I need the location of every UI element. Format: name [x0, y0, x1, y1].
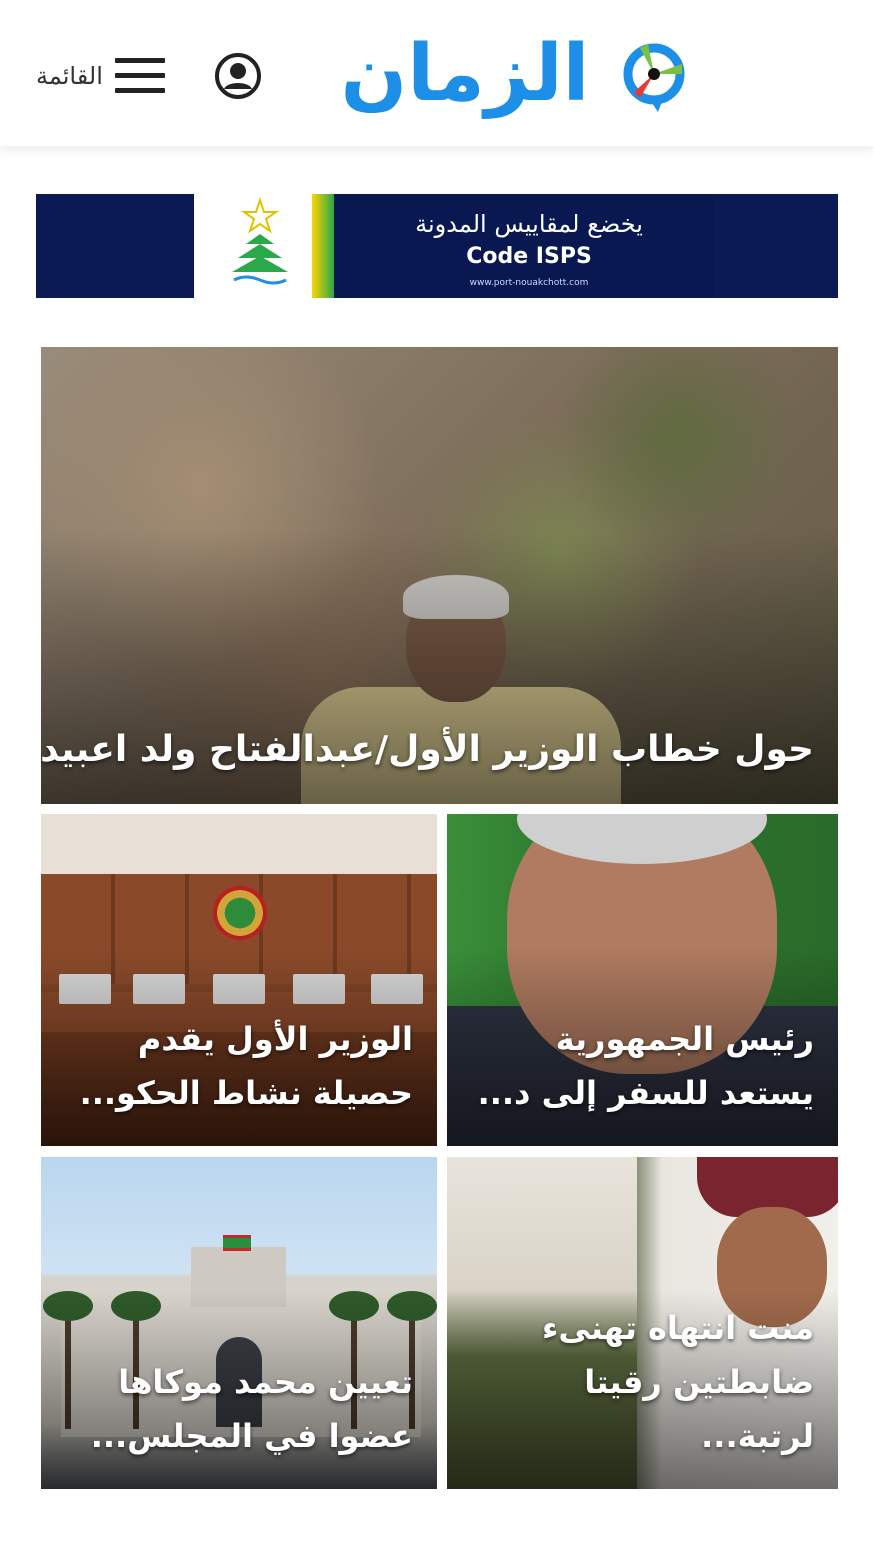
- page: القائمة الزمان يخضع لمقاييس المدونة Code…: [0, 0, 874, 1555]
- article-card[interactable]: منت انتهاه تهنىء ضابطتين رقيتا لرتبة...: [447, 1157, 838, 1489]
- banner-text-arabic: يخضع لمقاييس المدونة: [415, 210, 643, 238]
- banner-content: يخضع لمقاييس المدونة Code ISPS www.port-…: [194, 194, 714, 298]
- banner-color-band: [312, 194, 334, 298]
- site-logo[interactable]: الزمان: [300, 24, 690, 124]
- article-title: منت انتهاه تهنىء ضابطتين رقيتا لرتبة...: [541, 1309, 814, 1455]
- featured-article-title: حول خطاب الوزير الأول/عبدالفتاح ولد اعبي…: [41, 729, 814, 770]
- article-title: الوزير الأول يقدم حصيلة نشاط الحكو...: [79, 1020, 413, 1112]
- banner-ad[interactable]: يخضع لمقاييس المدونة Code ISPS www.port-…: [36, 194, 838, 298]
- site-header: القائمة الزمان: [0, 0, 874, 146]
- logo-mark: [623, 43, 685, 112]
- logo-text: الزمان: [340, 29, 590, 119]
- banner-url: www.port-nouakchott.com: [469, 278, 589, 288]
- article-title: تعيين محمد موكاها عضوا في المجلس...: [90, 1363, 413, 1455]
- user-icon[interactable]: [214, 52, 262, 100]
- article-card[interactable]: الوزير الأول يقدم حصيلة نشاط الحكو...: [41, 814, 437, 1146]
- article-card[interactable]: تعيين محمد موكاها عضوا في المجلس...: [41, 1157, 437, 1489]
- hamburger-icon: [114, 56, 165, 96]
- featured-article[interactable]: حول خطاب الوزير الأول/عبدالفتاح ولد اعبي…: [41, 347, 838, 804]
- article-card[interactable]: رئيس الجمهورية يستعد للسفر إلى د...: [447, 814, 838, 1146]
- menu-label: القائمة: [36, 62, 103, 90]
- menu-button[interactable]: القائمة: [36, 52, 165, 100]
- article-title: رئيس الجمهورية يستعد للسفر إلى د...: [477, 1020, 814, 1112]
- banner-text-code: Code ISPS: [466, 244, 592, 269]
